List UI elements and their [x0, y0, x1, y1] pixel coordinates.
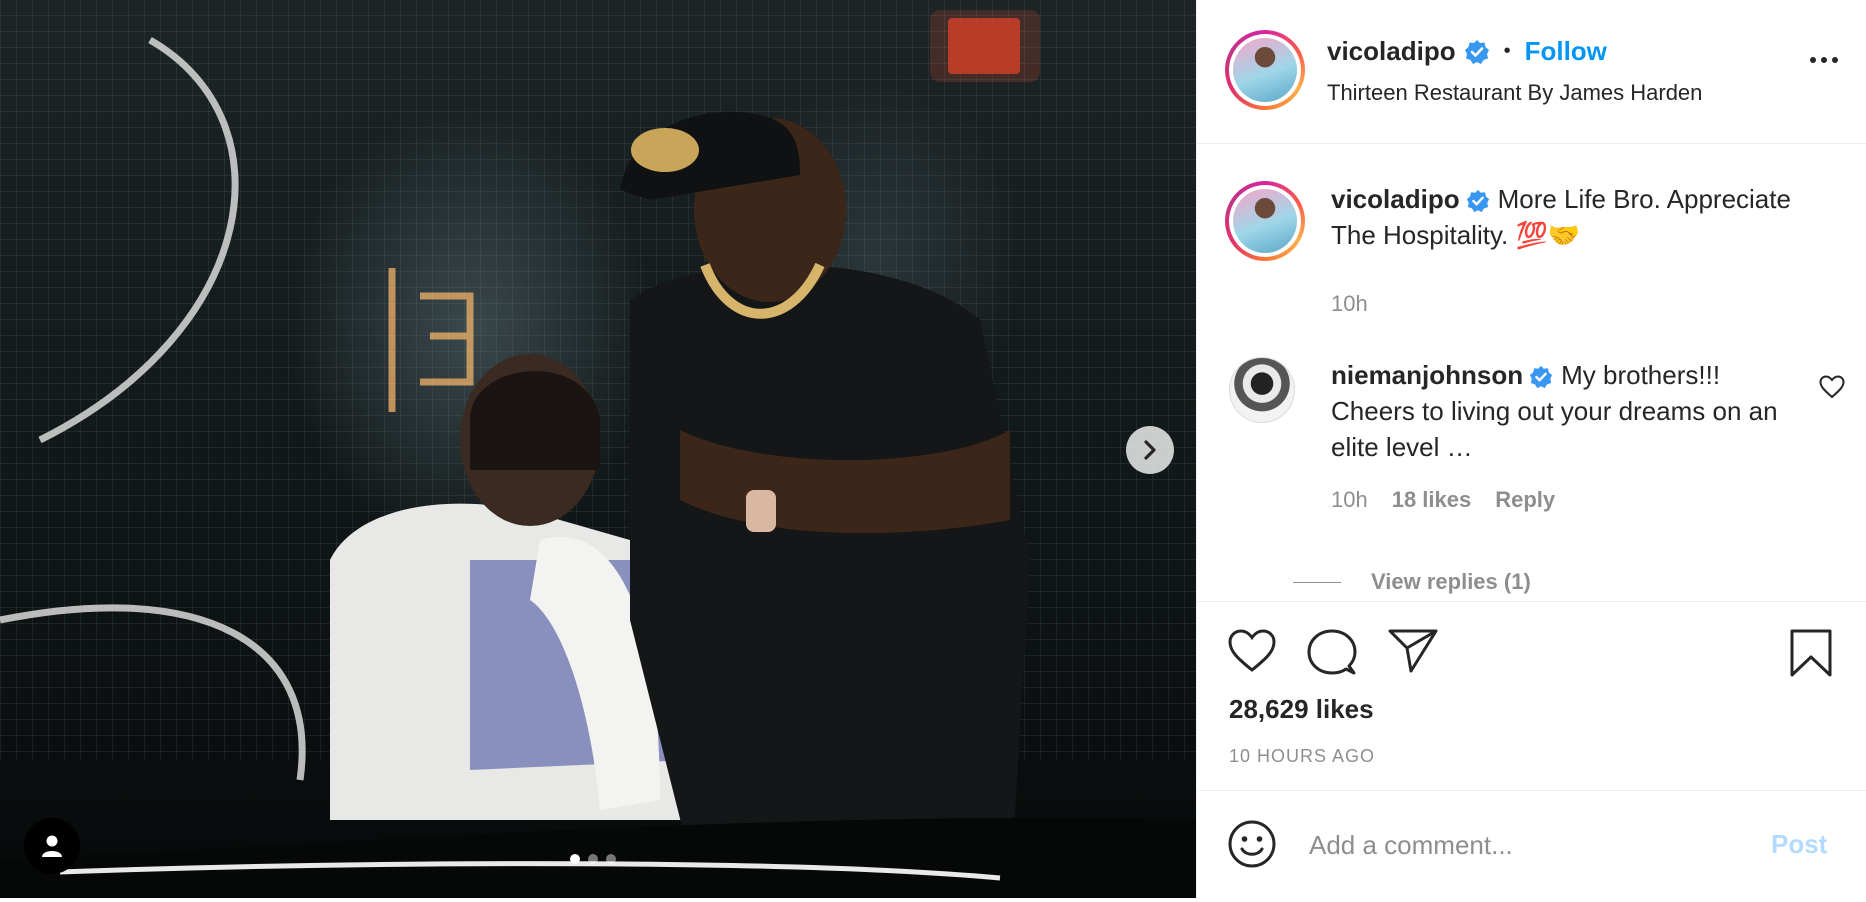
verified-badge-icon	[1466, 190, 1489, 213]
carousel-indicator	[570, 854, 616, 864]
more-options-icon[interactable]	[1809, 56, 1839, 64]
heart-icon[interactable]	[1227, 628, 1277, 674]
caption-time[interactable]: 10h	[1331, 291, 1368, 317]
caption-meta: 10h	[1331, 291, 1368, 317]
next-photo-button[interactable]	[1126, 426, 1174, 474]
post-side-panel: vicoladipo • Follow Thirteen Restaurant …	[1196, 0, 1866, 898]
post-dialog: vicoladipo • Follow Thirteen Restaurant …	[0, 0, 1866, 898]
post-timestamp[interactable]: 10 HOURS AGO	[1229, 746, 1375, 767]
person-right	[630, 264, 1030, 898]
caption-username[interactable]: vicoladipo	[1331, 184, 1460, 214]
verified-badge-icon	[1530, 366, 1553, 389]
commenter-avatar[interactable]	[1229, 357, 1295, 423]
view-replies-label: View replies (1)	[1371, 569, 1531, 594]
caption-avatar[interactable]	[1225, 181, 1305, 261]
commenter-username[interactable]: niemanjohnson	[1331, 360, 1523, 390]
replies-divider	[1293, 581, 1341, 583]
paper-plane-icon[interactable]	[1387, 628, 1439, 674]
comment-item: niemanjohnson My brothers!!! Cheers to l…	[1197, 357, 1866, 547]
comment-bubble-icon[interactable]	[1307, 628, 1357, 676]
reply-button[interactable]: Reply	[1495, 487, 1555, 513]
view-replies-button[interactable]: View replies (1)	[1229, 569, 1531, 595]
add-comment-bar: Post	[1197, 790, 1866, 898]
verified-badge-icon	[1464, 39, 1489, 64]
carousel-dot	[606, 854, 616, 864]
post-location[interactable]: Thirteen Restaurant By James Harden	[1327, 80, 1702, 106]
comment-like-heart-icon[interactable]	[1819, 375, 1845, 399]
post-media[interactable]	[0, 0, 1196, 898]
caption-text: vicoladipo More Life Bro. Appreciate The…	[1331, 181, 1841, 253]
like-count[interactable]: 28,629 likes	[1229, 694, 1374, 725]
caption: vicoladipo More Life Bro. Appreciate The…	[1197, 181, 1866, 331]
author-username[interactable]: vicoladipo	[1327, 36, 1456, 67]
neon-sign	[388, 268, 474, 412]
bookmark-icon[interactable]	[1789, 628, 1833, 678]
carousel-dot	[588, 854, 598, 864]
header-separator: •	[1503, 40, 1511, 62]
author-avatar[interactable]	[1225, 30, 1305, 110]
comment-input[interactable]	[1309, 821, 1729, 869]
carousel-dot	[570, 854, 580, 864]
comments-list[interactable]: vicoladipo More Life Bro. Appreciate The…	[1197, 145, 1866, 600]
post-photo	[0, 10, 1196, 898]
chevron-right-icon	[1144, 440, 1156, 460]
comment-text: niemanjohnson My brothers!!! Cheers to l…	[1331, 357, 1791, 465]
post-comment-button[interactable]: Post	[1771, 829, 1827, 860]
tagged-users-button[interactable]	[24, 818, 80, 874]
comment-meta: 10h 18 likes Reply	[1331, 487, 1555, 513]
user-tag-icon	[42, 835, 62, 857]
author-row: vicoladipo • Follow	[1327, 36, 1607, 67]
comment-time[interactable]: 10h	[1331, 487, 1368, 513]
comment-likes[interactable]: 18 likes	[1392, 487, 1472, 513]
emoji-icon[interactable]	[1227, 819, 1277, 869]
post-header: vicoladipo • Follow Thirteen Restaurant …	[1197, 0, 1866, 144]
follow-button[interactable]: Follow	[1525, 36, 1607, 67]
